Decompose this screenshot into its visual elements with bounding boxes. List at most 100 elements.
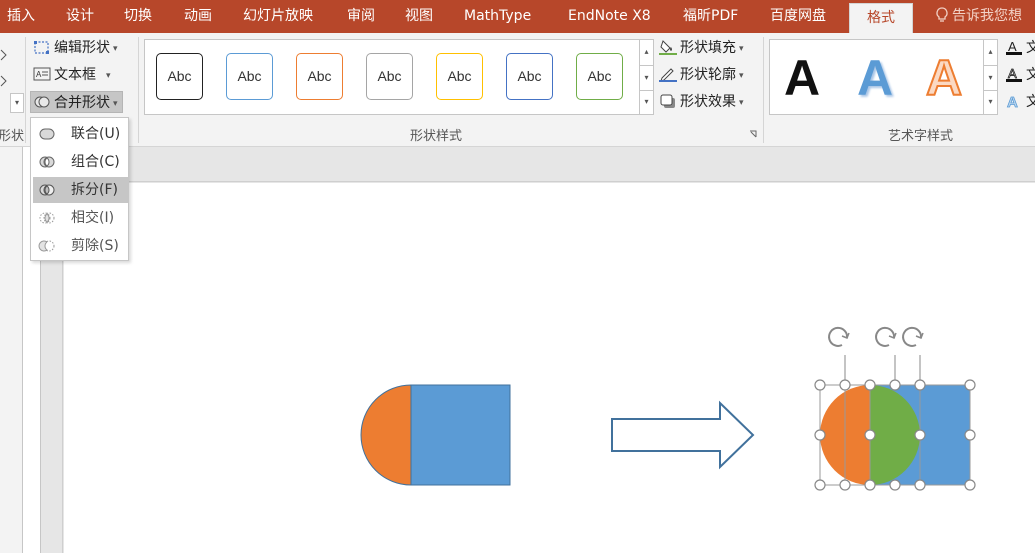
square-shape[interactable] [410,384,511,486]
tab-format[interactable]: 格式 [849,3,913,33]
shape-style-preset-darkblue[interactable]: Abc [506,53,553,100]
text-fill-button[interactable]: A文 [1005,37,1035,59]
tell-me-box[interactable]: 告诉我您想 [935,0,1022,33]
wordart-preset-orange-outline[interactable]: A [925,48,963,108]
dialog-launcher-icon[interactable] [749,130,758,139]
text-outline-label: 文 [1026,67,1035,83]
shape-effects-button[interactable]: 形状效果 ▾ [659,91,744,113]
scroll-down-button[interactable]: ▾ [10,93,24,113]
resize-handle[interactable] [964,429,976,441]
group-label-shape-styles: 形状样式 [410,129,463,144]
merge-shapes-button[interactable]: 合并形状 ▾ [30,91,123,113]
merge-shapes-label: 合并形状 [54,95,110,111]
shape-effects-label: 形状效果 [680,94,736,110]
block-arrow-shape[interactable] [611,400,755,470]
shape-outline-button[interactable]: 形状轮廓 ▾ [659,64,744,86]
resize-handle[interactable] [889,479,901,491]
resize-handle[interactable] [814,429,826,441]
svg-text:A: A [1008,66,1017,81]
rotation-handles[interactable] [828,326,924,385]
ribbon-tab-bar: 插入 设计 切换 动画 幻灯片放映 审阅 视图 MathType EndNote… [0,0,1035,33]
text-box-label: 文本框 [54,67,96,83]
pencil-icon [659,68,677,82]
resize-handle[interactable] [914,429,926,441]
tab-insert[interactable]: 插入 [7,0,35,33]
rotate-handle-icon[interactable] [902,326,924,347]
text-effects-label: 文 [1026,94,1035,110]
merge-shapes-icon [34,96,50,108]
resize-handle[interactable] [814,479,826,491]
chevron-down-icon: ▾ [113,99,118,109]
tab-baidu-netdisk[interactable]: 百度网盘 [770,0,826,33]
tab-design[interactable]: 设计 [66,0,94,33]
resize-handle[interactable] [914,479,926,491]
menu-item-label: 组合(C) [71,154,120,170]
menu-item-subtract[interactable]: 剪除(S) [33,233,128,259]
shape-style-preset-green[interactable]: Abc [576,53,623,100]
resize-handle[interactable] [964,379,976,391]
tab-animations[interactable]: 动画 [184,0,212,33]
chevron-down-icon: ▾ [106,71,111,81]
group-separator [763,37,764,143]
shape-style-preset-orange[interactable]: Abc [296,53,343,100]
dropdown-arrow-icon[interactable] [0,47,10,61]
half-circle-shape[interactable] [360,384,412,486]
resize-handle[interactable] [839,479,851,491]
tab-foxit-pdf[interactable]: 福昕PDF [683,0,738,33]
original-shapes[interactable] [360,384,511,486]
shape-style-preset-blue[interactable]: Abc [226,53,273,100]
slide-drawing [360,326,976,491]
slide-canvas[interactable] [64,183,1035,553]
gallery-more-button[interactable]: ▾ [983,90,997,114]
rotate-handle-icon[interactable] [875,326,897,347]
edit-shape-button[interactable]: 编辑形状 ▾ [33,37,118,59]
gallery-more-button[interactable]: ▾ [639,90,653,114]
text-box-button[interactable]: A 文本框 ▾ [33,64,111,86]
shape-effects-icon [660,94,675,108]
tab-endnote[interactable]: EndNote X8 [568,0,651,33]
svg-text:A: A [1007,94,1018,109]
chevron-down-icon: ▾ [739,71,744,81]
editing-workspace [0,147,1035,553]
menu-item-intersect[interactable]: 相交(I) [33,205,128,231]
tab-review[interactable]: 审阅 [347,0,375,33]
menu-item-combine[interactable]: 组合(C) [33,149,128,175]
wordart-preset-blue[interactable]: A [857,48,893,108]
menu-item-fragment[interactable]: 拆分(F) [33,177,128,203]
shape-style-preset-gray[interactable]: Abc [366,53,413,100]
resize-handle[interactable] [964,479,976,491]
resize-handle[interactable] [914,379,926,391]
dropdown-arrow-icon[interactable] [0,73,10,87]
fragmented-shapes[interactable] [820,385,970,485]
gallery-scroll-down[interactable]: ▾ [983,65,997,90]
resize-handle[interactable] [864,479,876,491]
resize-handle[interactable] [889,379,901,391]
resize-handle[interactable] [864,379,876,391]
edit-shape-icon [34,41,49,54]
tab-transitions[interactable]: 切换 [124,0,152,33]
tell-me-text: 告诉我您想 [952,8,1022,24]
tab-mathtype[interactable]: MathType [464,0,531,33]
rotate-handle-icon[interactable] [828,326,850,347]
shape-style-preset-gold[interactable]: Abc [436,53,483,100]
text-effects-button[interactable]: A文 [1005,91,1035,113]
wordart-preset-black[interactable]: A [784,48,820,108]
gallery-scroll-up[interactable]: ▴ [639,40,653,65]
group-separator [25,37,26,143]
shape-style-preset-black[interactable]: Abc [156,53,203,100]
shape-fill-button[interactable]: 形状填充 ▾ [659,37,744,59]
text-outline-button[interactable]: A文 [1005,64,1035,86]
ribbon: ▾ 形状 编辑形状 ▾ A 文本框 ▾ 合并形状 ▾ Abc Abc Abc Abc A… [0,33,1035,147]
gallery-scroll-up[interactable]: ▴ [983,40,997,65]
text-outline-icon: A [1006,66,1022,82]
resize-handle[interactable] [864,429,876,441]
resize-handle[interactable] [839,379,851,391]
wordart-styles-gallery: A A A ▴ ▾ ▾ [769,39,998,115]
menu-item-union[interactable]: 联合(U) [33,121,128,147]
tab-view[interactable]: 视图 [405,0,433,33]
gallery-scroll-down[interactable]: ▾ [639,65,653,90]
tab-slideshow[interactable]: 幻灯片放映 [243,0,313,33]
resize-handle[interactable] [814,379,826,391]
svg-text:A: A [36,70,42,79]
menu-item-label: 拆分(F) [71,182,118,198]
